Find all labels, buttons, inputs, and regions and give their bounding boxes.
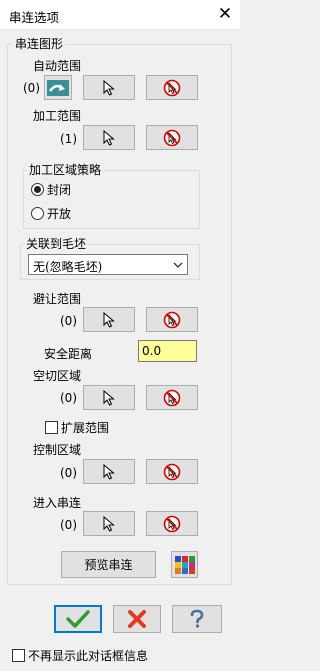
radio-open[interactable]: 开放 bbox=[31, 205, 71, 222]
machining-range-label: 加工范围 bbox=[33, 109, 82, 123]
radio-closed-label: 封闭 bbox=[47, 183, 72, 197]
ok-button[interactable] bbox=[54, 605, 102, 633]
chain-group-label: 串连图形 bbox=[13, 37, 66, 51]
cursor-arrow-icon bbox=[103, 311, 115, 328]
radio-open-label: 开放 bbox=[47, 207, 72, 221]
color-grid-button[interactable] bbox=[171, 551, 198, 578]
expand-range-box[interactable] bbox=[45, 421, 58, 434]
no-cursor-icon bbox=[163, 389, 181, 406]
help-button[interactable] bbox=[172, 605, 222, 633]
air-cut-count: (0) bbox=[60, 391, 77, 405]
radio-selected-dot bbox=[34, 186, 41, 193]
cursor-arrow-icon bbox=[103, 515, 115, 532]
close-button[interactable]: ✕ bbox=[214, 3, 236, 25]
auto-range-label: 自动范围 bbox=[33, 59, 82, 73]
dont-show-checkbox[interactable]: 不再显示此对话框信息 bbox=[12, 647, 148, 664]
radio-closed-indicator[interactable] bbox=[31, 183, 44, 196]
machining-range-count: (1) bbox=[60, 132, 77, 146]
entry-chain-label: 进入串连 bbox=[33, 496, 82, 510]
auto-range-select-button[interactable] bbox=[83, 75, 135, 100]
no-cursor-icon bbox=[163, 515, 181, 532]
entry-chain-count: (0) bbox=[60, 518, 77, 532]
avoid-range-count: (0) bbox=[60, 314, 77, 328]
entry-chain-select-button[interactable] bbox=[83, 511, 135, 536]
control-region-label: 控制区域 bbox=[33, 443, 82, 457]
safe-distance-label: 安全距离 bbox=[44, 347, 93, 361]
machining-range-clear-button[interactable] bbox=[146, 125, 198, 150]
auto-range-count: (0) bbox=[23, 81, 40, 95]
checkmark-icon bbox=[66, 610, 90, 628]
no-cursor-icon bbox=[163, 129, 181, 146]
cursor-arrow-icon bbox=[103, 129, 115, 146]
color-grid-icon bbox=[175, 556, 196, 574]
auto-range-button[interactable] bbox=[44, 75, 72, 100]
machining-range-select-button[interactable] bbox=[83, 125, 135, 150]
chevron-down-icon bbox=[173, 262, 183, 268]
radio-closed[interactable]: 封闭 bbox=[31, 181, 71, 198]
air-cut-select-button[interactable] bbox=[83, 385, 135, 410]
dont-show-box[interactable] bbox=[12, 649, 25, 662]
cursor-arrow-icon bbox=[103, 389, 115, 406]
cursor-arrow-icon bbox=[103, 463, 115, 480]
cancel-x-icon bbox=[128, 610, 146, 628]
curved-arrow-icon bbox=[47, 79, 69, 96]
expand-range-checkbox[interactable]: 扩展范围 bbox=[45, 419, 109, 436]
air-cut-label: 空切区域 bbox=[33, 369, 82, 383]
preview-chain-button[interactable]: 预览串连 bbox=[61, 551, 156, 578]
control-region-clear-button[interactable] bbox=[146, 459, 198, 484]
control-region-select-button[interactable] bbox=[83, 459, 135, 484]
cancel-button[interactable] bbox=[113, 605, 161, 633]
air-cut-clear-button[interactable] bbox=[146, 385, 198, 410]
window-title: 串连选项 bbox=[9, 10, 60, 25]
stock-link-select[interactable]: 无(忽略毛坯) bbox=[28, 254, 188, 275]
entry-chain-clear-button[interactable] bbox=[146, 511, 198, 536]
dont-show-label: 不再显示此对话框信息 bbox=[28, 649, 149, 663]
cursor-arrow-icon bbox=[103, 79, 115, 96]
stock-link-label: 关联到毛坯 bbox=[24, 237, 89, 251]
no-cursor-icon bbox=[163, 463, 181, 480]
preview-chain-label: 预览串连 bbox=[84, 558, 133, 572]
question-mark-icon bbox=[190, 609, 204, 628]
radio-open-indicator[interactable] bbox=[31, 207, 44, 220]
auto-range-clear-button[interactable] bbox=[146, 75, 198, 100]
control-region-count: (0) bbox=[60, 466, 77, 480]
no-cursor-icon bbox=[163, 311, 181, 328]
region-strategy-label: 加工区域策略 bbox=[27, 163, 104, 177]
stock-link-selected: 无(忽略毛坯) bbox=[33, 260, 103, 274]
no-cursor-icon bbox=[163, 79, 181, 96]
avoid-range-select-button[interactable] bbox=[83, 307, 135, 332]
safe-distance-input[interactable]: 0.0 bbox=[138, 340, 197, 362]
avoid-range-clear-button[interactable] bbox=[146, 307, 198, 332]
expand-range-label: 扩展范围 bbox=[61, 421, 110, 435]
avoid-range-label: 避让范围 bbox=[33, 292, 82, 306]
